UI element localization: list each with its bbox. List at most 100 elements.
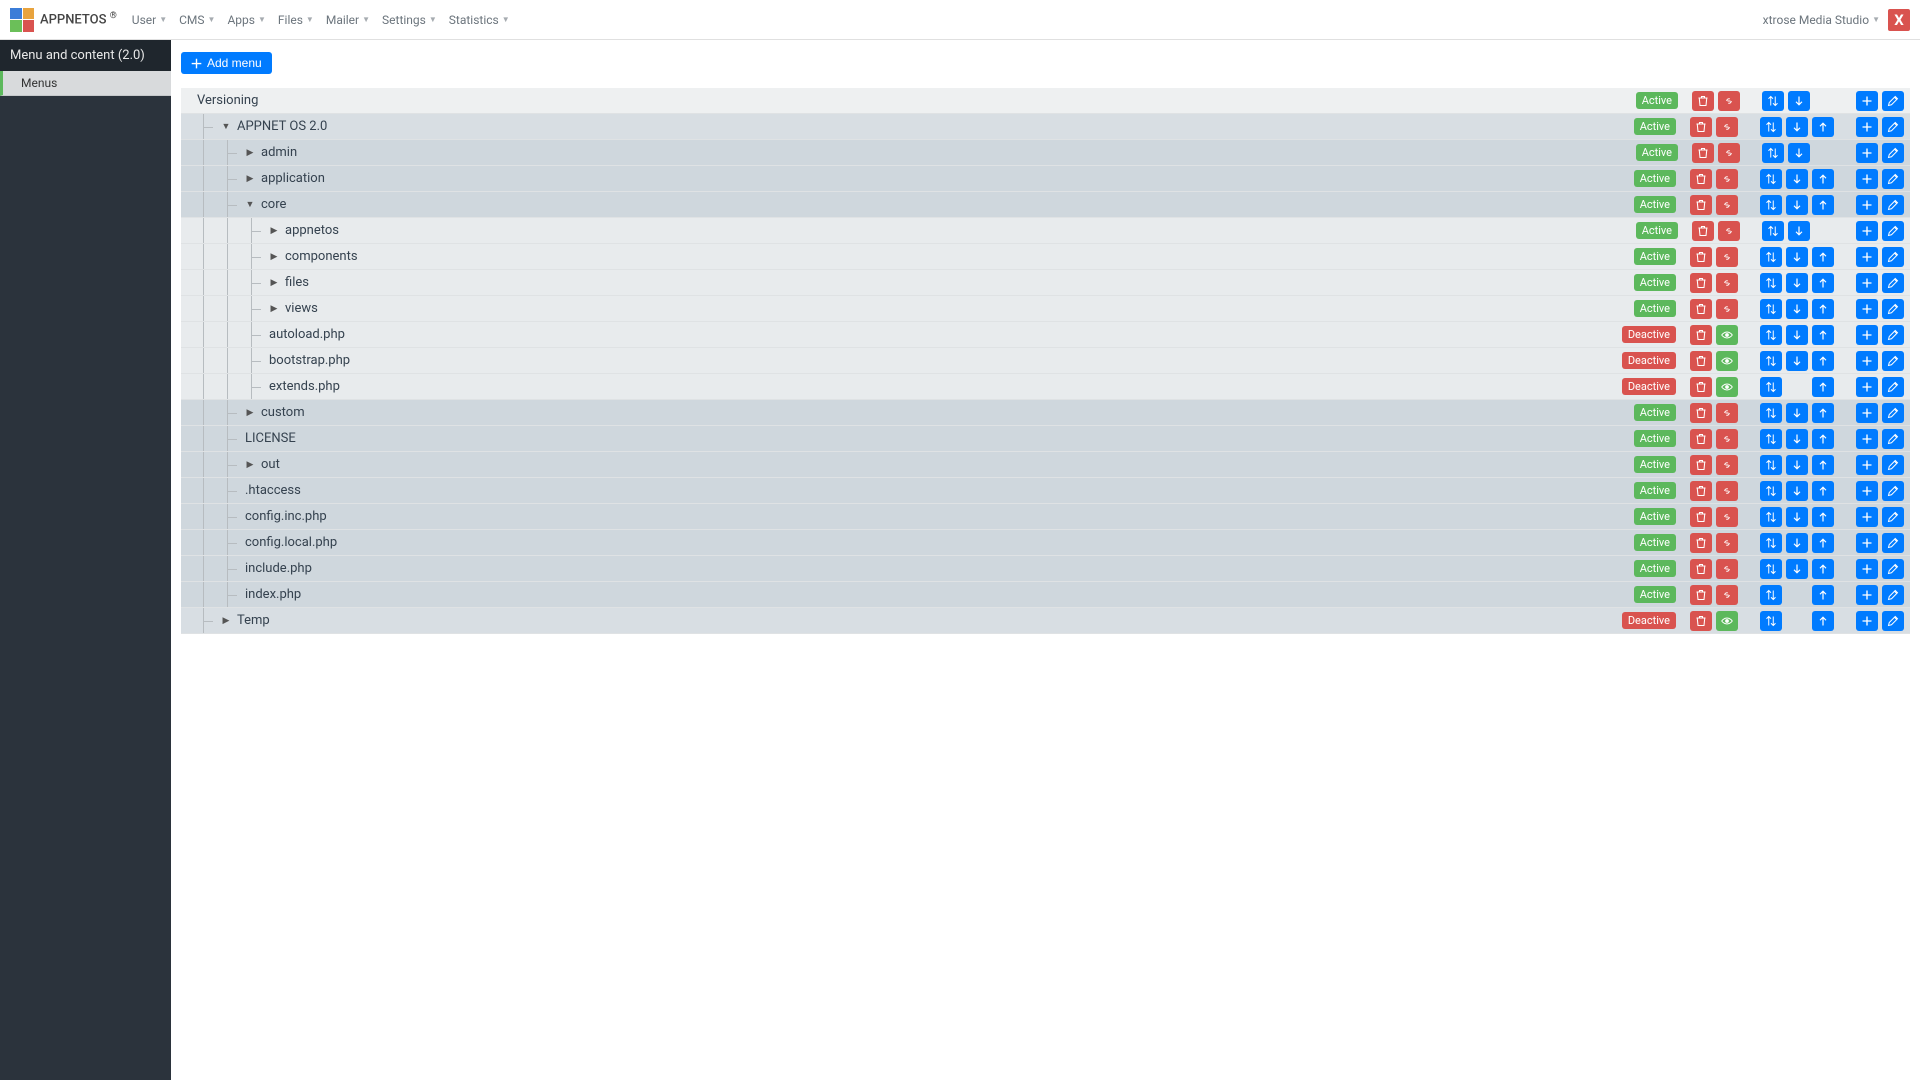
up-button[interactable] (1812, 325, 1834, 345)
plus-button[interactable] (1856, 117, 1878, 137)
plus-button[interactable] (1856, 325, 1878, 345)
plus-button[interactable] (1856, 507, 1878, 527)
edit-button[interactable] (1882, 481, 1904, 501)
trash-button[interactable] (1690, 169, 1712, 189)
trash-button[interactable] (1690, 455, 1712, 475)
trash-button[interactable] (1690, 247, 1712, 267)
sort-button[interactable] (1760, 611, 1782, 631)
plus-button[interactable] (1856, 377, 1878, 397)
plus-button[interactable] (1856, 273, 1878, 293)
link-button[interactable] (1718, 91, 1740, 111)
up-button[interactable] (1812, 481, 1834, 501)
trash-button[interactable] (1690, 351, 1712, 371)
edit-button[interactable] (1882, 585, 1904, 605)
down-button[interactable] (1786, 507, 1808, 527)
link-button[interactable] (1716, 533, 1738, 553)
edit-button[interactable] (1882, 351, 1904, 371)
trash-button[interactable] (1690, 273, 1712, 293)
sort-button[interactable] (1760, 585, 1782, 605)
brand-logo[interactable]: APPNETOS ® (10, 8, 117, 32)
nav-item-cms[interactable]: CMS ▼ (179, 13, 215, 27)
sort-button[interactable] (1760, 247, 1782, 267)
plus-button[interactable] (1856, 429, 1878, 449)
edit-button[interactable] (1882, 247, 1904, 267)
link-button[interactable] (1716, 299, 1738, 319)
tree-row[interactable]: ▶applicationActive (181, 166, 1910, 192)
link-button[interactable] (1716, 247, 1738, 267)
edit-button[interactable] (1882, 377, 1904, 397)
sort-button[interactable] (1760, 299, 1782, 319)
edit-button[interactable] (1882, 507, 1904, 527)
sort-button[interactable] (1760, 559, 1782, 579)
plus-button[interactable] (1856, 455, 1878, 475)
edit-button[interactable] (1882, 195, 1904, 215)
trash-button[interactable] (1690, 429, 1712, 449)
plus-button[interactable] (1856, 195, 1878, 215)
tree-row[interactable]: ▶adminActive (181, 140, 1910, 166)
link-button[interactable] (1716, 455, 1738, 475)
plus-button[interactable] (1856, 585, 1878, 605)
sort-button[interactable] (1760, 351, 1782, 371)
nav-item-settings[interactable]: Settings ▼ (382, 13, 437, 27)
plus-button[interactable] (1856, 611, 1878, 631)
tree-row[interactable]: ▶appnetosActive (181, 218, 1910, 244)
user-menu[interactable]: xtrose Media Studio▼ (1763, 13, 1880, 27)
trash-button[interactable] (1692, 91, 1714, 111)
sort-button[interactable] (1762, 221, 1784, 241)
sort-button[interactable] (1760, 117, 1782, 137)
plus-button[interactable] (1856, 559, 1878, 579)
link-button[interactable] (1716, 481, 1738, 501)
sort-button[interactable] (1760, 273, 1782, 293)
edit-button[interactable] (1882, 325, 1904, 345)
down-button[interactable] (1786, 559, 1808, 579)
link-button[interactable] (1716, 403, 1738, 423)
trash-button[interactable] (1690, 507, 1712, 527)
up-button[interactable] (1812, 377, 1834, 397)
sort-button[interactable] (1760, 481, 1782, 501)
down-button[interactable] (1786, 403, 1808, 423)
trash-button[interactable] (1690, 195, 1712, 215)
trash-button[interactable] (1692, 221, 1714, 241)
tree-row[interactable]: ▶outActive (181, 452, 1910, 478)
plus-button[interactable] (1856, 481, 1878, 501)
sort-button[interactable] (1760, 403, 1782, 423)
tree-row[interactable]: extends.phpDeactive (181, 374, 1910, 400)
up-button[interactable] (1812, 195, 1834, 215)
up-button[interactable] (1812, 507, 1834, 527)
trash-button[interactable] (1690, 481, 1712, 501)
sidebar-item-menus[interactable]: Menus (0, 71, 171, 96)
down-button[interactable] (1786, 429, 1808, 449)
eye-button[interactable] (1716, 377, 1738, 397)
nav-item-user[interactable]: User ▼ (132, 13, 167, 27)
trash-button[interactable] (1692, 143, 1714, 163)
tree-row[interactable]: config.local.phpActive (181, 530, 1910, 556)
sort-button[interactable] (1760, 325, 1782, 345)
down-button[interactable] (1786, 533, 1808, 553)
plus-button[interactable] (1856, 91, 1878, 111)
add-menu-button[interactable]: Add menu (181, 52, 272, 74)
down-button[interactable] (1786, 481, 1808, 501)
nav-item-statistics[interactable]: Statistics ▼ (449, 13, 510, 27)
link-button[interactable] (1716, 117, 1738, 137)
plus-button[interactable] (1856, 143, 1878, 163)
edit-button[interactable] (1882, 429, 1904, 449)
trash-button[interactable] (1690, 611, 1712, 631)
edit-button[interactable] (1882, 117, 1904, 137)
eye-button[interactable] (1716, 351, 1738, 371)
edit-button[interactable] (1882, 455, 1904, 475)
up-button[interactable] (1812, 403, 1834, 423)
up-button[interactable] (1812, 429, 1834, 449)
down-button[interactable] (1788, 221, 1810, 241)
tree-row[interactable]: bootstrap.phpDeactive (181, 348, 1910, 374)
tree-row[interactable]: ▶componentsActive (181, 244, 1910, 270)
edit-button[interactable] (1882, 143, 1904, 163)
edit-button[interactable] (1882, 559, 1904, 579)
plus-button[interactable] (1856, 351, 1878, 371)
tree-row[interactable]: VersioningActive (181, 88, 1910, 114)
tree-row[interactable]: ▶customActive (181, 400, 1910, 426)
up-button[interactable] (1812, 299, 1834, 319)
up-button[interactable] (1812, 559, 1834, 579)
plus-button[interactable] (1856, 247, 1878, 267)
edit-button[interactable] (1882, 91, 1904, 111)
sort-button[interactable] (1760, 507, 1782, 527)
